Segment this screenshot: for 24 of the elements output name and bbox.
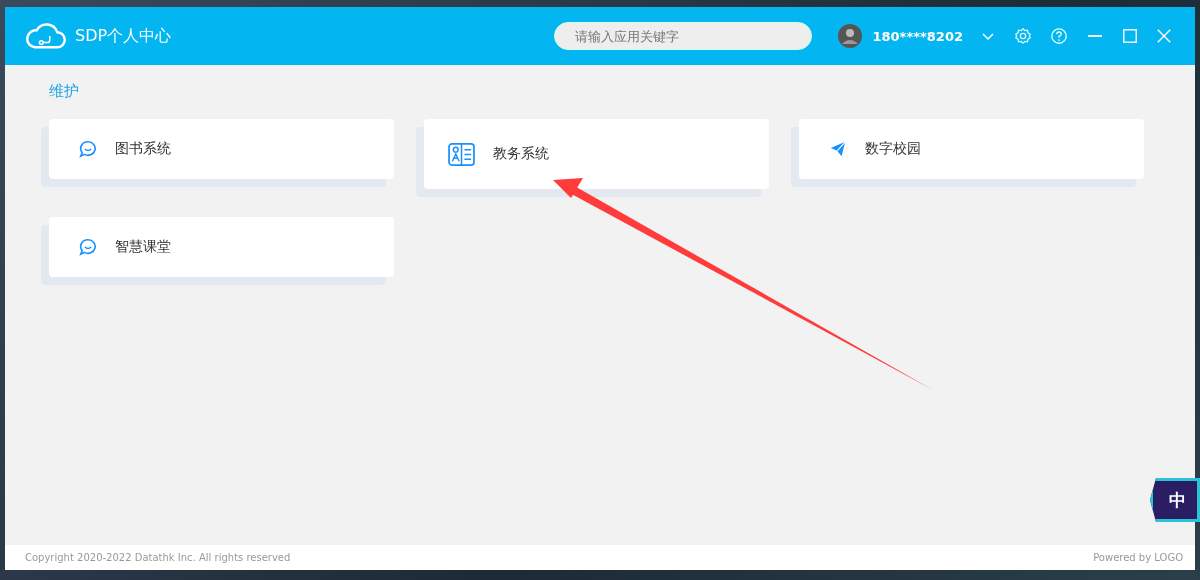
- ime-badge[interactable]: 中: [1150, 478, 1200, 522]
- app-name: 智慧课堂: [115, 238, 171, 256]
- search-field[interactable]: 请输入应用关键字: [554, 22, 813, 50]
- id-card-icon: [448, 142, 475, 166]
- powered-by-text: Powered by LOGO: [1093, 552, 1183, 563]
- cloud-logo-icon: [25, 21, 67, 51]
- close-icon[interactable]: [1156, 28, 1172, 44]
- app-name: 教务系统: [493, 145, 549, 163]
- app-card[interactable]: 数字校园: [799, 119, 1144, 179]
- copyright-text: Copyright 2020-2022 Datathk Inc. All rights reserved: [25, 552, 291, 563]
- paper-plane-icon: [829, 140, 847, 158]
- app-name: 图书系统: [115, 140, 171, 158]
- chat-bubble-icon: [79, 140, 97, 158]
- section-title: 维护: [49, 82, 79, 101]
- chat-bubble-icon: [79, 238, 97, 256]
- settings-icon[interactable]: [1014, 27, 1032, 45]
- app-name: 数字校园: [865, 140, 921, 158]
- app-card[interactable]: 智慧课堂: [49, 217, 394, 277]
- avatar-icon[interactable]: [838, 24, 863, 48]
- help-icon[interactable]: [1050, 27, 1068, 45]
- app-card[interactable]: 图书系统: [49, 119, 394, 179]
- app-card[interactable]: 教务系统: [424, 119, 769, 189]
- maximize-icon[interactable]: [1122, 28, 1138, 44]
- window-title: SDP个人中心: [75, 25, 172, 47]
